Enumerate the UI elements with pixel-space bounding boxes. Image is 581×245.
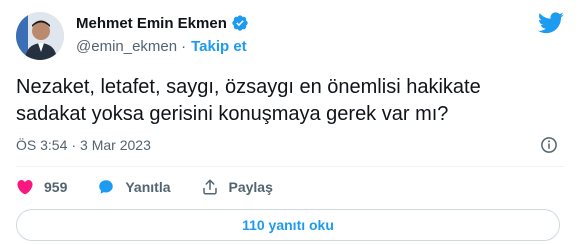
action-bar: 959 Yanıtla Paylaş	[16, 176, 303, 198]
author-handle-row: @emin_ekmen · Takip et	[76, 36, 247, 56]
divider	[16, 166, 565, 167]
share-label: Paylaş	[228, 179, 273, 195]
tweet-text: Nezaket, letafet, saygı, özsaygı en önem…	[16, 76, 481, 125]
author-handle[interactable]: @emin_ekmen	[76, 38, 177, 55]
twitter-bird-icon[interactable]	[538, 12, 564, 34]
share-icon	[202, 179, 217, 195]
author-display-name[interactable]: Mehmet Emin Ekmen	[76, 15, 227, 32]
tweet-timestamp[interactable]: ÖS 3:54 · 3 Mar 2023	[16, 136, 151, 154]
reply-label: Yanıtla	[125, 179, 171, 195]
like-button[interactable]: 959	[16, 178, 67, 196]
tweet-date[interactable]: 3 Mar 2023	[80, 137, 151, 153]
read-replies-button[interactable]: 110 yanıtı oku	[16, 209, 560, 241]
tweet-card: Mehmet Emin Ekmen @emin_ekmen · Takip et…	[0, 0, 581, 245]
reply-button[interactable]: Yanıtla	[97, 178, 171, 196]
avatar-image	[16, 12, 64, 60]
like-count: 959	[44, 179, 68, 195]
reply-bubble-icon	[99, 180, 114, 194]
share-button[interactable]: Paylaş	[201, 178, 273, 196]
follow-button[interactable]: Takip et	[191, 38, 247, 55]
timestamp-separator: ·	[71, 137, 77, 153]
handle-separator: ·	[181, 37, 187, 55]
heart-icon	[17, 180, 33, 195]
avatar[interactable]	[16, 12, 64, 60]
tweet-time[interactable]: ÖS 3:54	[16, 137, 67, 153]
verified-badge-icon	[231, 14, 249, 32]
author-name-row: Mehmet Emin Ekmen	[76, 13, 249, 33]
info-icon[interactable]	[540, 136, 558, 154]
